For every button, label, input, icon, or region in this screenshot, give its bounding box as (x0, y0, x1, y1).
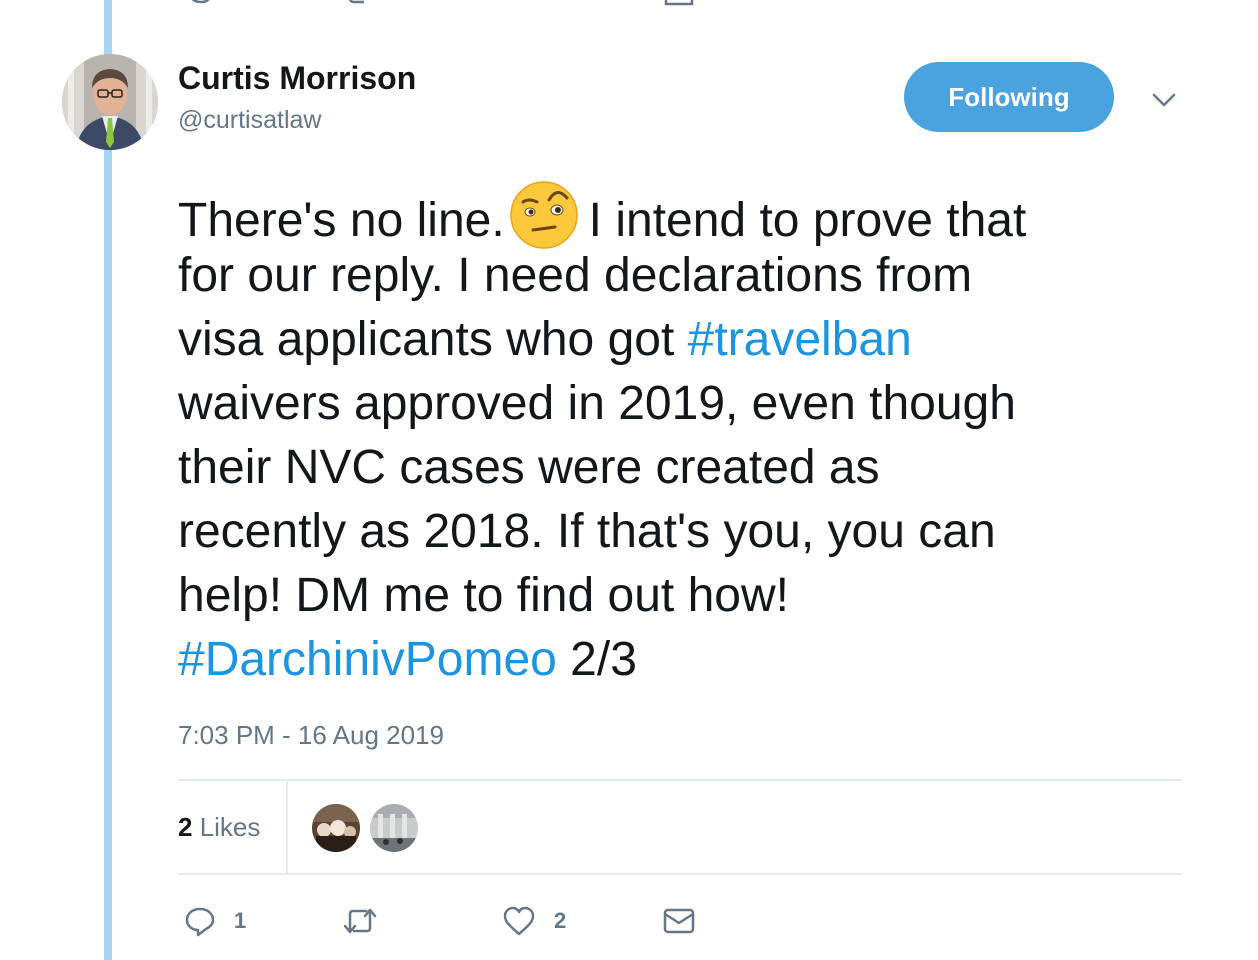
heart-icon[interactable] (504, 0, 534, 8)
direct-message-action[interactable] (662, 904, 696, 938)
stat-divider (286, 781, 288, 875)
likes-label: Likes (192, 812, 261, 842)
author-handle[interactable]: @curtisatlaw (178, 106, 321, 135)
previous-tweet-actions (0, 0, 1258, 8)
like-count: 2 (554, 908, 567, 933)
tweet-line: There's no line. I intend to prove that (178, 180, 1188, 249)
tweet-line: help! DM me to find out how! (178, 569, 789, 622)
tweet-timestamp[interactable]: 7:03 PM - 16 Aug 2019 (178, 720, 444, 751)
tweet-line: visa applicants who got #travelban (178, 308, 1188, 372)
hashtag-darchinivpomeo[interactable]: #DarchinivPomeo (178, 633, 557, 686)
liker-photo (370, 804, 418, 852)
tweet-line: their NVC cases were created as (178, 441, 880, 494)
profile-photo (62, 54, 158, 150)
tweet-line: waivers approved in 2019, even though (178, 377, 1016, 430)
face-with-raised-eyebrow-emoji (509, 181, 578, 249)
retweet-icon (343, 908, 377, 934)
tweet-text-segment: There's no line. (178, 194, 505, 247)
tweet-line: recently as 2018. If that's you, you can (178, 505, 996, 558)
mail-icon[interactable] (664, 0, 694, 8)
likes-stat[interactable]: 2 Likes (178, 812, 260, 843)
tweet-text: There's no line. I intend to prove that … (178, 180, 1188, 692)
tweet-text-segment: I intend to prove that (588, 194, 1027, 247)
reply-count: 1 (234, 908, 247, 933)
tweet-line: for our reply. I need declarations from (178, 249, 973, 302)
mail-icon (663, 908, 695, 934)
like-action[interactable]: 2 (502, 904, 566, 938)
reply-action[interactable]: 1 (184, 904, 246, 938)
tweet-text-segment: visa applicants who got (178, 313, 688, 366)
divider (178, 873, 1182, 875)
divider (178, 779, 1182, 781)
retweet-icon[interactable] (344, 0, 378, 8)
author-display-name[interactable]: Curtis Morrison (178, 60, 416, 97)
retweet-action[interactable] (342, 904, 396, 938)
liker-avatar[interactable] (312, 804, 360, 852)
avatar[interactable] (62, 54, 158, 150)
tweet-text-segment: 2/3 (556, 633, 637, 686)
likes-count-number: 2 (178, 812, 193, 842)
reply-icon (185, 907, 215, 937)
liker-photo (312, 804, 360, 852)
following-button[interactable]: Following (904, 62, 1114, 132)
reply-icon[interactable] (186, 0, 216, 8)
heart-icon (503, 906, 535, 936)
tweet-line: #DarchinivPomeo 2/3 (178, 628, 1188, 692)
hashtag-travelban[interactable]: #travelban (688, 313, 912, 366)
chevron-down-icon[interactable] (1150, 88, 1178, 112)
liker-avatar[interactable] (370, 804, 418, 852)
